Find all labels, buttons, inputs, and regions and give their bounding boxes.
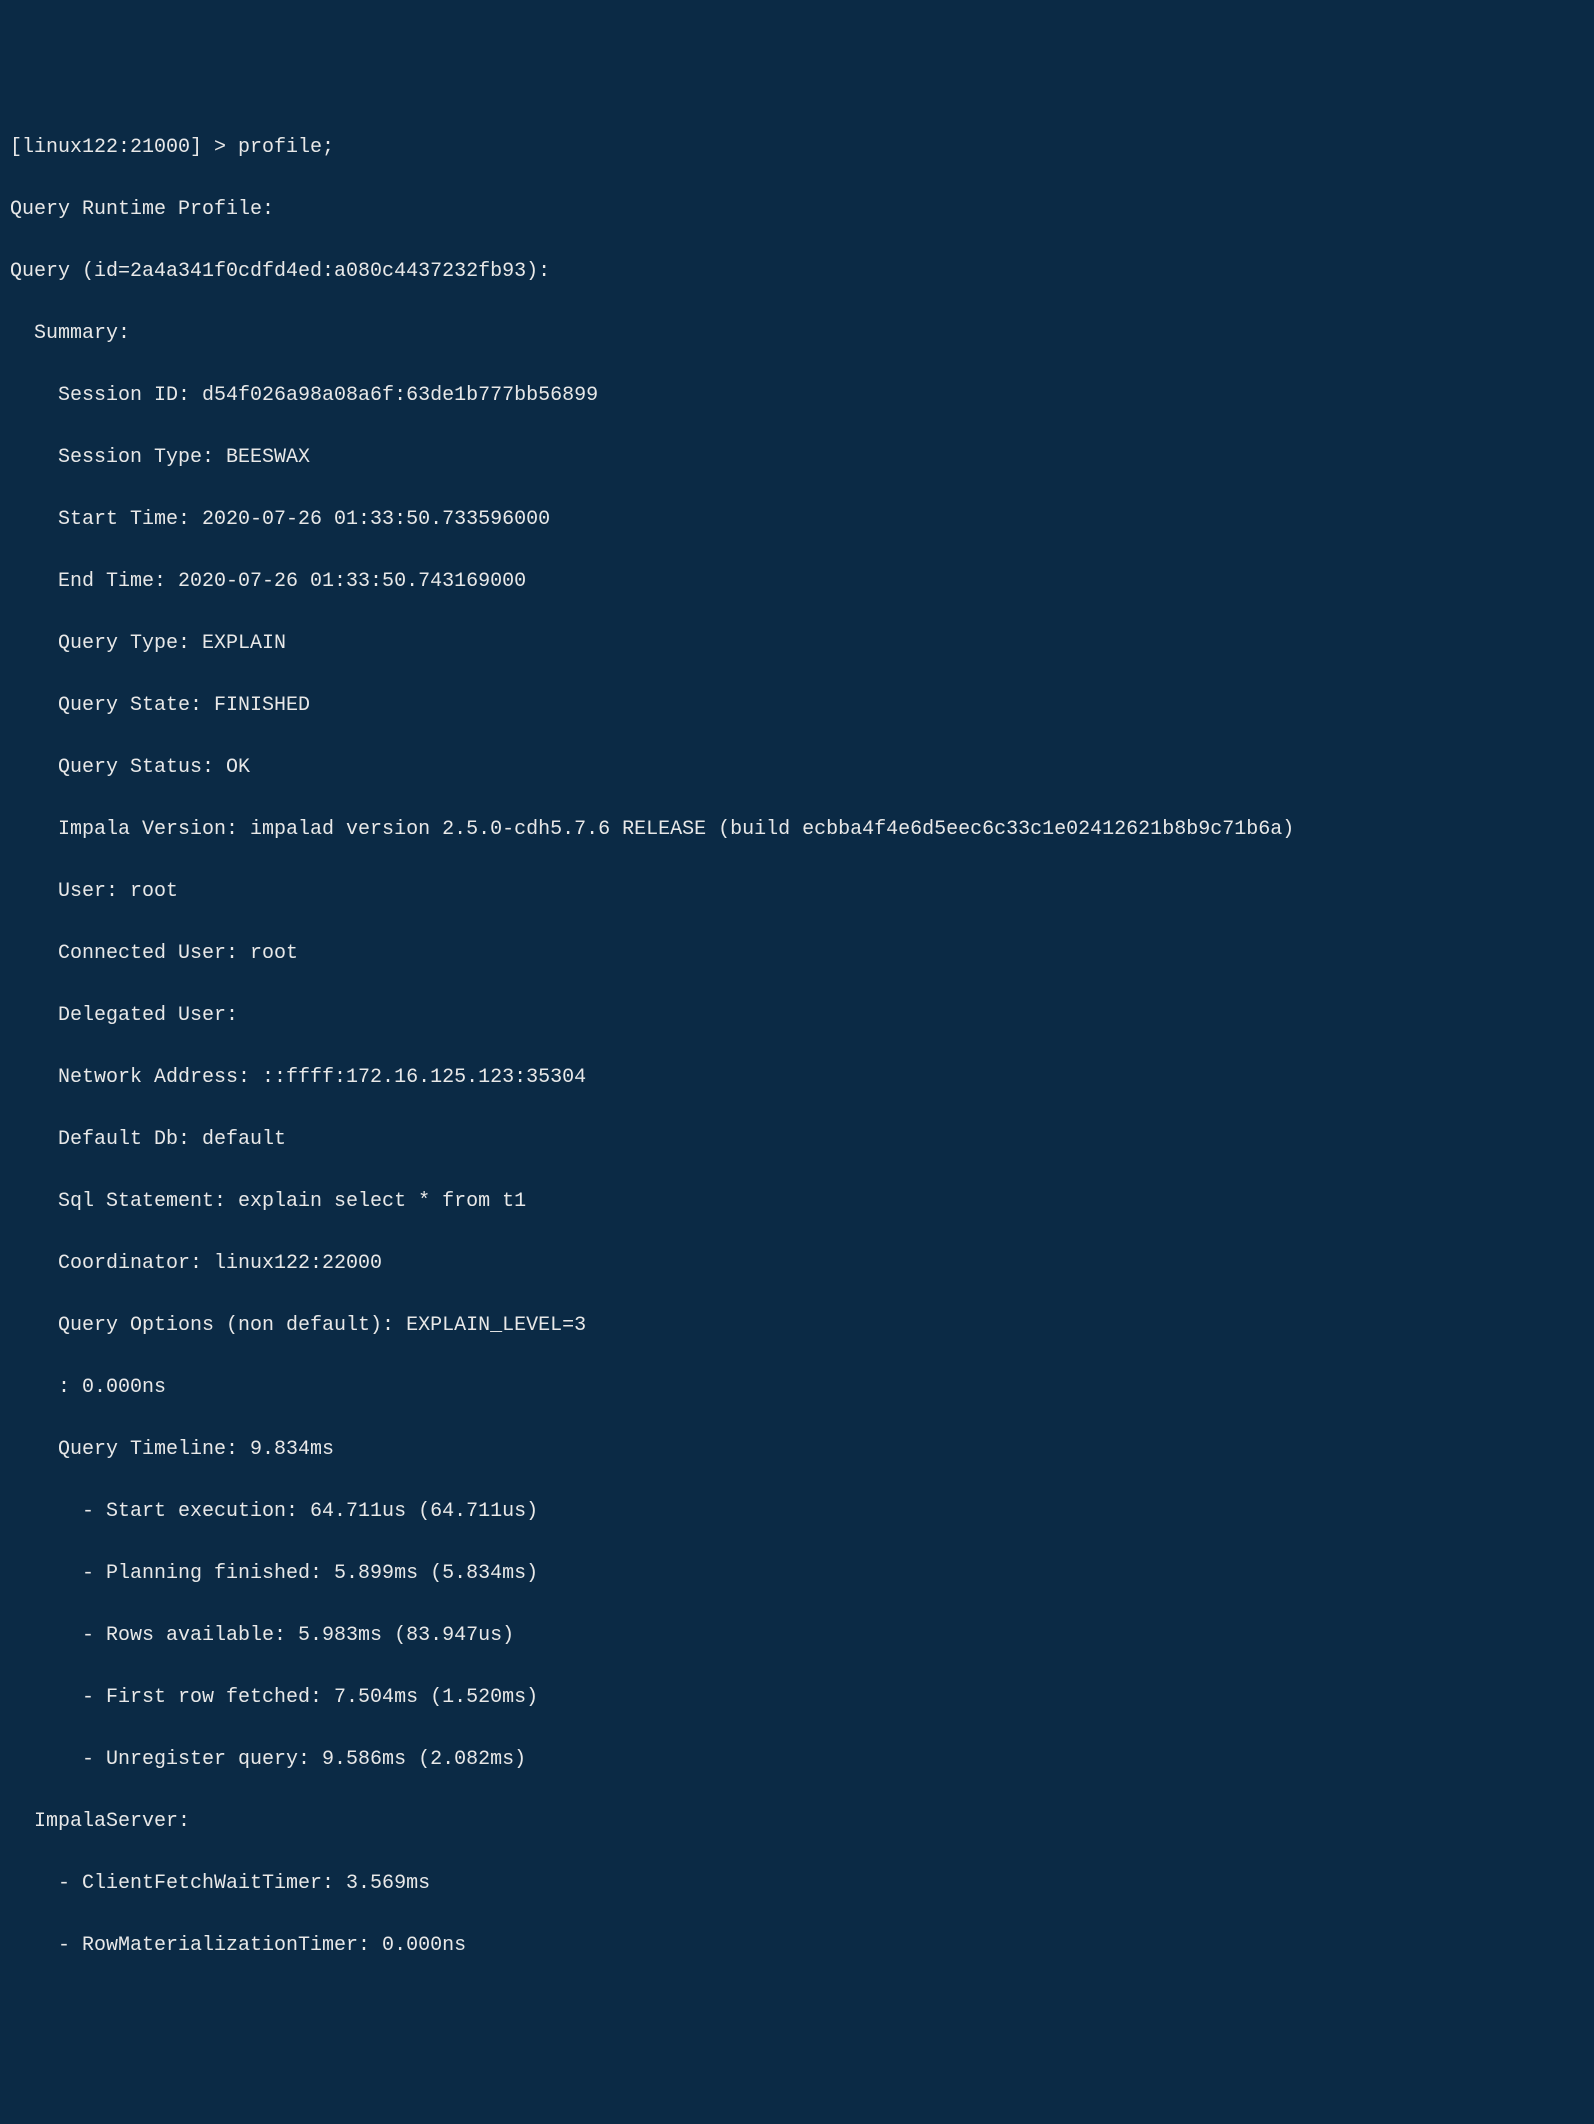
shell-prompt-line[interactable]: [linux122:21000] > profile;: [10, 132, 1584, 163]
network-address: Network Address: ::ffff:172.16.125.123:3…: [10, 1062, 1584, 1093]
timeline-start-execution: - Start execution: 64.711us (64.711us): [10, 1496, 1584, 1527]
start-time: Start Time: 2020-07-26 01:33:50.73359600…: [10, 504, 1584, 535]
query-type: Query Type: EXPLAIN: [10, 628, 1584, 659]
query-status: Query Status: OK: [10, 752, 1584, 783]
default-db: Default Db: default: [10, 1124, 1584, 1155]
summary-label: Summary:: [10, 318, 1584, 349]
delegated-user: Delegated User:: [10, 1000, 1584, 1031]
end-time: End Time: 2020-07-26 01:33:50.743169000: [10, 566, 1584, 597]
zero-ns-line: : 0.000ns: [10, 1372, 1584, 1403]
timeline-planning-finished: - Planning finished: 5.899ms (5.834ms): [10, 1558, 1584, 1589]
query-id-line: Query (id=2a4a341f0cdfd4ed:a080c4437232f…: [10, 256, 1584, 287]
session-type: Session Type: BEESWAX: [10, 442, 1584, 473]
timeline-first-row-fetched: - First row fetched: 7.504ms (1.520ms): [10, 1682, 1584, 1713]
query-options: Query Options (non default): EXPLAIN_LEV…: [10, 1310, 1584, 1341]
coordinator: Coordinator: linux122:22000: [10, 1248, 1584, 1279]
timeline-unregister-query: - Unregister query: 9.586ms (2.082ms): [10, 1744, 1584, 1775]
sql-statement: Sql Statement: explain select * from t1: [10, 1186, 1584, 1217]
timeline-rows-available: - Rows available: 5.983ms (83.947us): [10, 1620, 1584, 1651]
row-materialization-timer: - RowMaterializationTimer: 0.000ns: [10, 1930, 1584, 1961]
query-timeline-label: Query Timeline: 9.834ms: [10, 1434, 1584, 1465]
connected-user: Connected User: root: [10, 938, 1584, 969]
client-fetch-wait-timer: - ClientFetchWaitTimer: 3.569ms: [10, 1868, 1584, 1899]
session-id: Session ID: d54f026a98a08a6f:63de1b777bb…: [10, 380, 1584, 411]
query-state: Query State: FINISHED: [10, 690, 1584, 721]
impala-server-label: ImpalaServer:: [10, 1806, 1584, 1837]
profile-header: Query Runtime Profile:: [10, 194, 1584, 225]
impala-version: Impala Version: impalad version 2.5.0-cd…: [10, 814, 1584, 845]
user: User: root: [10, 876, 1584, 907]
